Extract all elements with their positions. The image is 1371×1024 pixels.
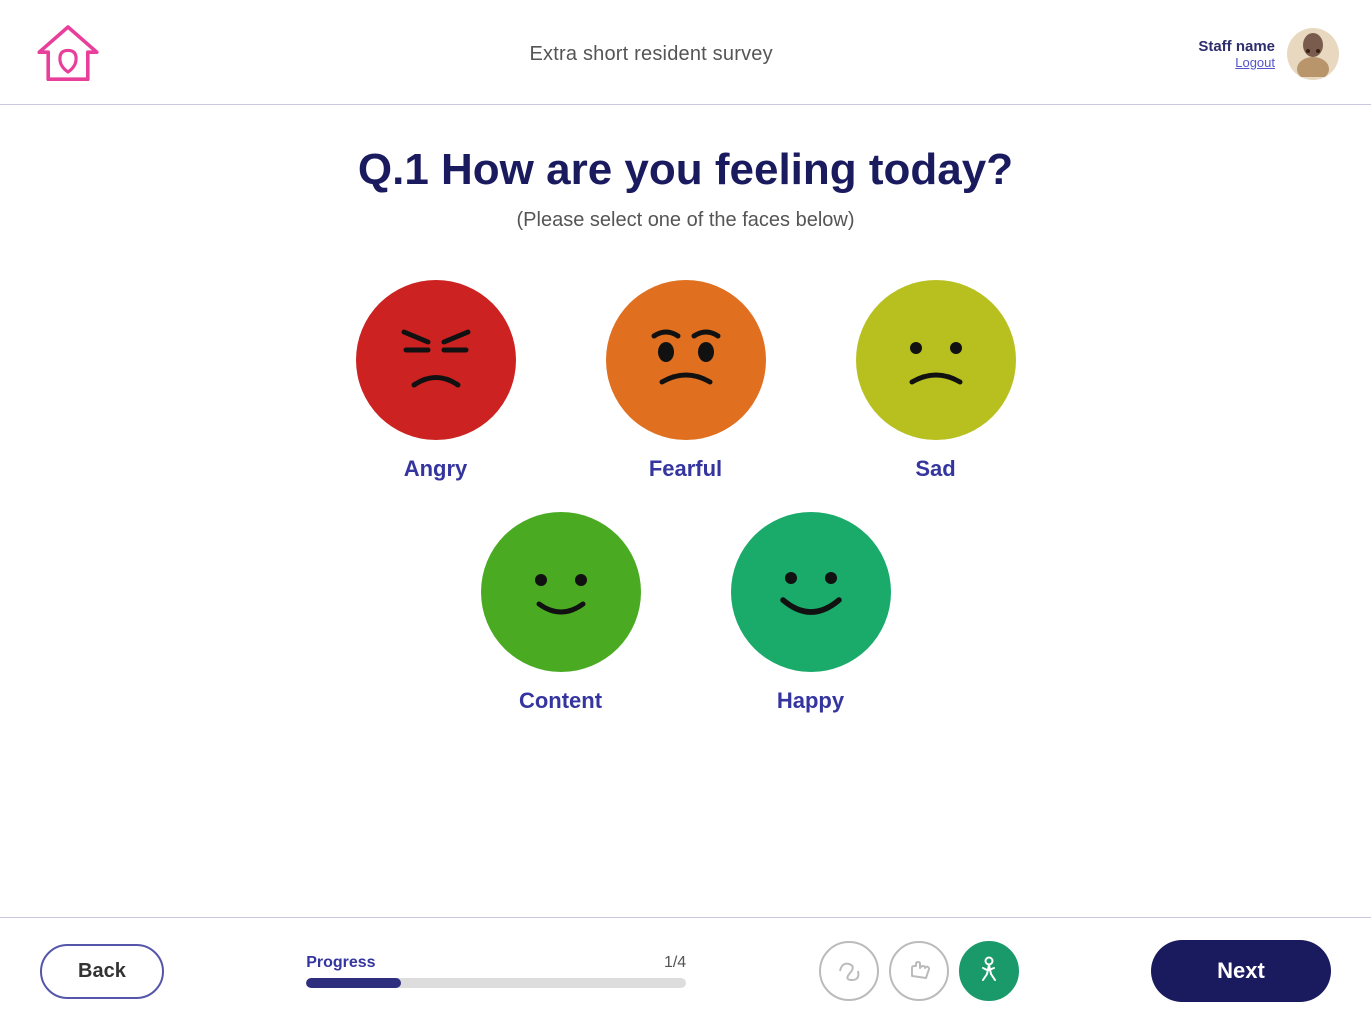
- content-label: Content: [519, 688, 602, 714]
- avatar: [1287, 28, 1339, 80]
- hands-icon-circle[interactable]: [889, 941, 949, 1001]
- logo-icon: [32, 18, 104, 90]
- footer: Back Progress 1/4: [0, 917, 1371, 1024]
- header-user: Staff name Logout: [1198, 28, 1339, 80]
- progress-section: Progress 1/4: [306, 954, 686, 988]
- question-subtitle: (Please select one of the faces below): [517, 209, 855, 232]
- emotion-row-2: Content Happy: [481, 512, 891, 714]
- progress-bar-fill: [306, 978, 401, 988]
- staff-name: Staff name: [1198, 38, 1275, 55]
- angry-label: Angry: [404, 456, 468, 482]
- icon-group: [819, 941, 1019, 1001]
- emotion-sad[interactable]: Sad: [856, 280, 1016, 482]
- header: Extra short resident survey Staff name L…: [0, 0, 1371, 105]
- progress-count: 1/4: [664, 954, 686, 972]
- emotion-row-1: Angry Fearful: [356, 280, 1016, 482]
- happy-label: Happy: [777, 688, 844, 714]
- emotion-happy[interactable]: Happy: [731, 512, 891, 714]
- fearful-label: Fearful: [649, 456, 722, 482]
- logout-link[interactable]: Logout: [1198, 55, 1275, 70]
- logo-area: [32, 18, 104, 90]
- progress-bar: [306, 978, 686, 988]
- emotion-fearful[interactable]: Fearful: [606, 280, 766, 482]
- emotion-angry[interactable]: Angry: [356, 280, 516, 482]
- stress-icon-circle[interactable]: [819, 941, 879, 1001]
- next-button[interactable]: Next: [1151, 940, 1331, 1002]
- main-content: Q.1 How are you feeling today? (Please s…: [0, 105, 1371, 917]
- walking-icon-circle[interactable]: [959, 941, 1019, 1001]
- emotion-content[interactable]: Content: [481, 512, 641, 714]
- emoji-grid: Angry Fearful: [60, 280, 1311, 714]
- header-title: Extra short resident survey: [530, 43, 773, 66]
- question-title: Q.1 How are you feeling today?: [358, 145, 1013, 195]
- sad-label: Sad: [915, 456, 955, 482]
- progress-label: Progress: [306, 954, 375, 972]
- back-button[interactable]: Back: [40, 944, 164, 999]
